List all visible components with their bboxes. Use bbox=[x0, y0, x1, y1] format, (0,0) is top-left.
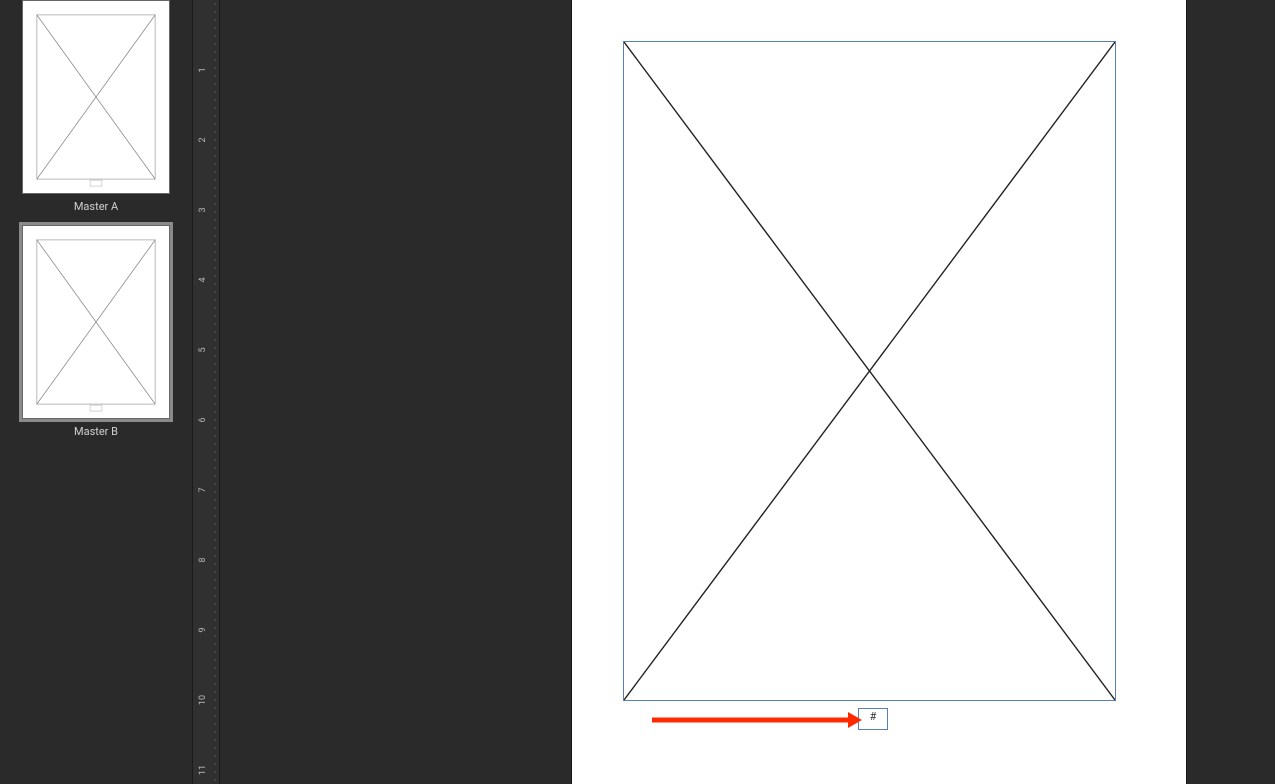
canvas[interactable]: # bbox=[220, 0, 1275, 784]
ruler-tick-label: 3 bbox=[198, 202, 208, 218]
ruler-tick: 3 bbox=[193, 205, 219, 215]
vertical-ruler[interactable]: 1 2 3 4 5 6 7 8 9 10 11 bbox=[192, 0, 220, 784]
master-thumbnail[interactable] bbox=[22, 0, 170, 194]
annotation-arrow-icon bbox=[652, 710, 862, 730]
ruler-tick: 11 bbox=[193, 765, 219, 775]
ruler-tick-label: 6 bbox=[198, 412, 208, 428]
ruler-tick: 9 bbox=[193, 625, 219, 635]
ruler-tick-label: 5 bbox=[198, 342, 208, 358]
ruler-tick: 2 bbox=[193, 135, 219, 145]
ruler-tick: 8 bbox=[193, 555, 219, 565]
ruler-tick-label: 10 bbox=[198, 692, 208, 708]
ruler-tick-label: 8 bbox=[198, 552, 208, 568]
ruler-tick-label: 9 bbox=[198, 622, 208, 638]
ruler-tick-label: 11 bbox=[198, 762, 208, 778]
master-thumbnail[interactable] bbox=[22, 225, 170, 419]
ruler-tick: 1 bbox=[193, 65, 219, 75]
ruler-tick: 10 bbox=[193, 695, 219, 705]
page-number-placeholder: # bbox=[870, 711, 877, 722]
master-label: Master B bbox=[74, 425, 118, 438]
page[interactable]: # bbox=[572, 0, 1186, 784]
master-pages-panel: Master A Master B bbox=[0, 0, 192, 784]
ruler-tick-label: 1 bbox=[198, 62, 208, 78]
page-number-frame[interactable]: # bbox=[858, 708, 888, 730]
master-label: Master A bbox=[74, 200, 118, 213]
master-page-item[interactable]: Master B bbox=[10, 225, 182, 438]
ruler-tick-label: 7 bbox=[198, 482, 208, 498]
ruler-tick-label: 4 bbox=[198, 272, 208, 288]
ruler-dots bbox=[213, 0, 217, 784]
ruler-tick: 5 bbox=[193, 345, 219, 355]
ruler-tick: 6 bbox=[193, 415, 219, 425]
app-root: Master A Master B 1 2 3 4 5 6 7 8 9 10 11 bbox=[0, 0, 1275, 784]
master-page-item[interactable]: Master A bbox=[10, 0, 182, 213]
ruler-tick-label: 2 bbox=[198, 132, 208, 148]
ruler-tick: 7 bbox=[193, 485, 219, 495]
ruler-tick: 4 bbox=[193, 275, 219, 285]
image-placeholder-frame[interactable] bbox=[623, 41, 1116, 701]
